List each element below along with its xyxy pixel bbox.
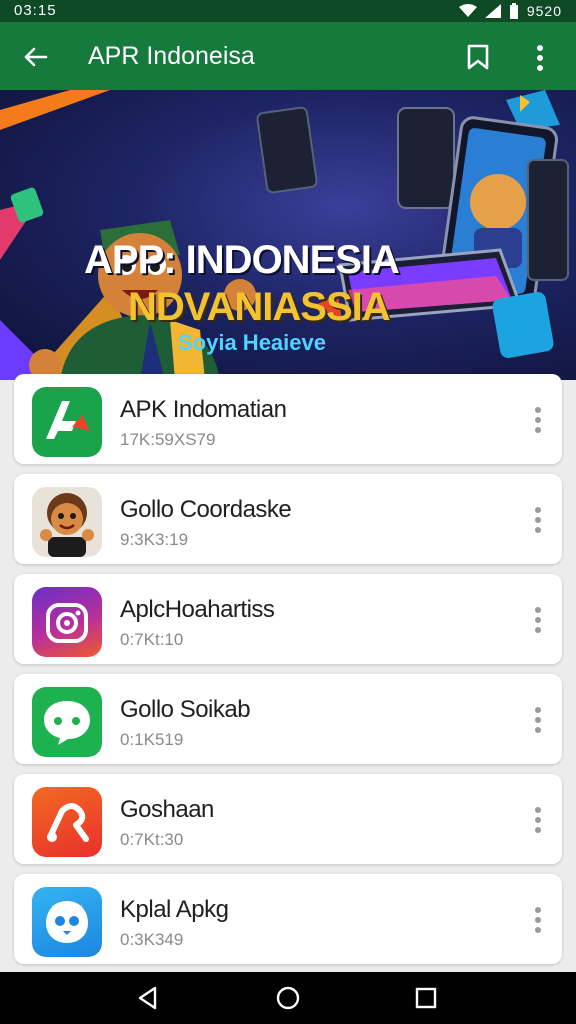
wifi-icon xyxy=(458,4,477,17)
battery-icon xyxy=(509,3,518,19)
bookmark-icon[interactable] xyxy=(464,42,492,72)
app-name: Kplal Apkg xyxy=(120,896,229,923)
status-clock: 9520 xyxy=(526,3,562,19)
banner-tagline: Soyia Heaieve xyxy=(178,330,326,355)
bird-face-icon xyxy=(32,887,102,957)
list-item[interactable]: Gollo Soikab 0:1K519 xyxy=(14,674,562,764)
app-meta: 9:3K3:19 xyxy=(120,530,189,549)
app-meta: 0:3K349 xyxy=(120,930,184,949)
more-options-icon[interactable] xyxy=(528,704,548,736)
banner-headline: APP: INDONESIA xyxy=(84,238,400,282)
more-options-icon[interactable] xyxy=(528,43,552,73)
back-arrow-icon[interactable] xyxy=(20,42,50,72)
more-options-icon[interactable] xyxy=(528,804,548,836)
app-meta: 17K:59XS79 xyxy=(120,430,216,449)
app-name: Gollo Coordaske xyxy=(120,496,292,523)
banner-subheadline: NDVANIASSIA xyxy=(128,285,391,329)
more-options-icon[interactable] xyxy=(528,604,548,636)
more-options-icon[interactable] xyxy=(528,504,548,536)
app-bar: APR Indoneisa xyxy=(0,22,576,90)
app-name: Goshaan xyxy=(120,796,214,823)
app-meta: 0:1K519 xyxy=(120,730,184,749)
promo-banner[interactable]: APP: INDONESIA NDVANIASSIA Soyia Heaieve xyxy=(0,90,576,380)
app-meta: 0:7Kt:30 xyxy=(120,830,184,849)
status-time: 03:15 xyxy=(14,2,57,19)
apk-logo-icon xyxy=(32,387,102,457)
list-item[interactable]: APK Indomatian 17K:59XS79 xyxy=(14,374,562,464)
recents-nav-icon[interactable] xyxy=(413,985,439,1011)
status-bar: 03:15 9520 xyxy=(0,0,576,22)
camera-icon xyxy=(32,587,102,657)
status-icons: 9520 xyxy=(458,0,562,22)
home-nav-icon[interactable] xyxy=(275,985,301,1011)
page-title: APR Indoneisa xyxy=(88,42,255,70)
list-item[interactable]: Kplal Apkg 0:3K349 xyxy=(14,874,562,964)
system-navigation-bar xyxy=(0,972,576,1024)
signal-icon xyxy=(484,4,501,18)
app-meta: 0:7Kt:10 xyxy=(120,630,184,649)
music-note-icon xyxy=(32,787,102,857)
more-options-icon[interactable] xyxy=(528,904,548,936)
app-name: APK Indomatian xyxy=(120,396,287,423)
chat-bubble-icon xyxy=(32,687,102,757)
list-item[interactable]: AplcHoahartiss 0:7Kt:10 xyxy=(14,574,562,664)
back-nav-icon[interactable] xyxy=(135,985,161,1011)
more-options-icon[interactable] xyxy=(528,404,548,436)
list-item[interactable]: Gollo Coordaske 9:3K3:19 xyxy=(14,474,562,564)
app-name: Gollo Soikab xyxy=(120,696,251,723)
app-name: AplcHoahartiss xyxy=(120,596,275,623)
list-item[interactable]: Goshaan 0:7Kt:30 xyxy=(14,774,562,864)
cartoon-character-icon xyxy=(32,487,102,557)
